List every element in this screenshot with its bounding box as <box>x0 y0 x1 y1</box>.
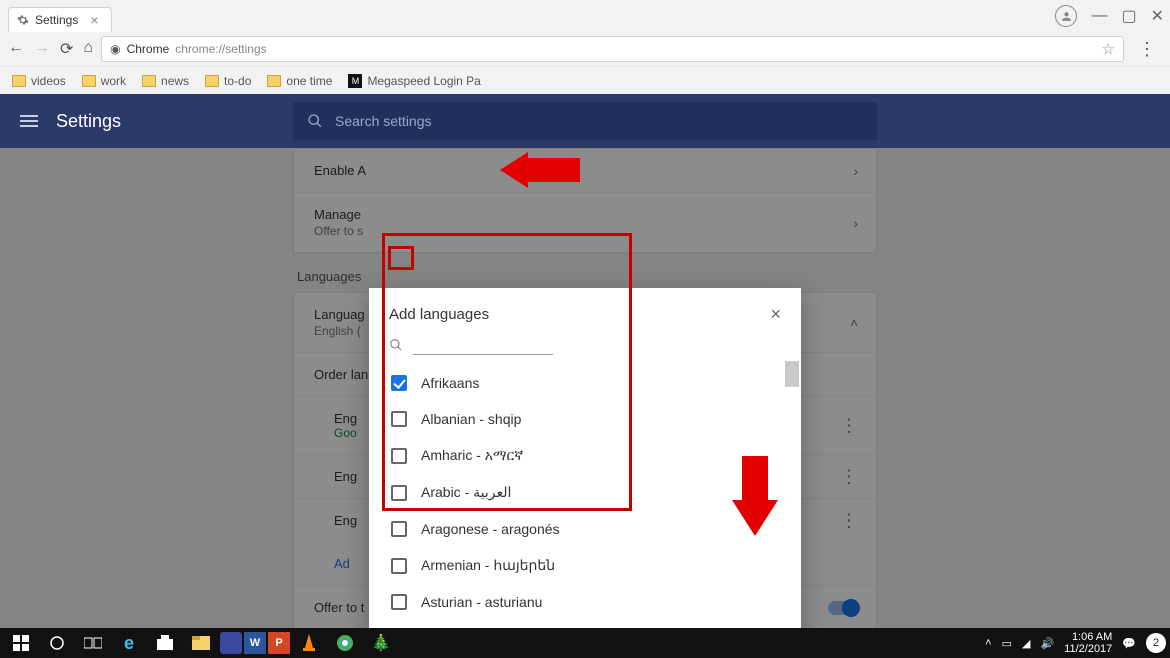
home-icon[interactable]: ⌂ <box>83 39 93 59</box>
language-search-input[interactable] <box>413 335 553 355</box>
search-icon <box>389 338 403 352</box>
language-label: Amharic - አማርኛ <box>421 447 523 464</box>
action-center-icon[interactable]: 💬 <box>1122 637 1136 650</box>
start-button[interactable] <box>4 628 38 658</box>
folder-icon <box>205 75 219 87</box>
app-icon[interactable] <box>220 632 242 654</box>
folder-icon <box>82 75 96 87</box>
profile-icon[interactable] <box>1055 5 1077 27</box>
bookmark-todo[interactable]: to-do <box>205 74 251 88</box>
language-item[interactable]: Asturian - asturianu <box>369 584 801 620</box>
store-icon[interactable] <box>148 628 182 658</box>
omnibox-path: chrome://settings <box>175 42 266 56</box>
language-label: Aragonese - aragonés <box>421 521 560 537</box>
language-item[interactable]: Amharic - አማርኛ <box>369 437 801 474</box>
powerpoint-icon[interactable]: P <box>268 632 290 654</box>
checkbox[interactable] <box>391 594 407 610</box>
app-icon-2[interactable]: 🎄 <box>364 628 398 658</box>
tray-chevron-icon[interactable]: ˄ <box>985 637 991 649</box>
page-title: Settings <box>56 111 121 132</box>
taskbar: e W P 🎄 ˄ ▭ ◢ 🔊 1:06 AM 11/2/2017 💬 2 <box>0 628 1170 658</box>
vlc-icon[interactable] <box>292 628 326 658</box>
clock[interactable]: 1:06 AM 11/2/2017 <box>1064 631 1112 655</box>
notification-badge[interactable]: 2 <box>1146 633 1166 653</box>
scrollbar-thumb[interactable] <box>785 361 799 387</box>
bookmark-news[interactable]: news <box>142 74 189 88</box>
chrome-icon[interactable] <box>328 628 362 658</box>
window-close-icon[interactable]: ✕ <box>1151 6 1164 26</box>
language-label: Albanian - shqip <box>421 411 521 427</box>
cortana-icon[interactable] <box>40 628 74 658</box>
folder-icon <box>267 75 281 87</box>
back-icon[interactable]: ← <box>8 39 24 59</box>
browser-toolbar: ← → ⟳ ⌂ ◉ Chrome chrome://settings ☆ ⋮ <box>0 32 1170 66</box>
settings-page: Settings Search settings Enable A › Mana… <box>0 94 1170 628</box>
settings-body: Enable A › Manage Offer to s › Languages… <box>0 148 1170 628</box>
search-placeholder: Search settings <box>335 113 432 129</box>
bookmarks-bar: videos work news to-do one time MMegaspe… <box>0 66 1170 94</box>
folder-icon <box>12 75 26 87</box>
language-item[interactable]: Aragonese - aragonés <box>369 511 801 547</box>
omnibox[interactable]: ◉ Chrome chrome://settings ☆ <box>101 36 1124 62</box>
checkbox[interactable] <box>391 375 407 391</box>
security-icon: ◉ <box>110 42 120 56</box>
reload-icon[interactable]: ⟳ <box>60 39 73 59</box>
explorer-icon[interactable] <box>184 628 218 658</box>
checkbox[interactable] <box>391 558 407 574</box>
forward-icon: → <box>34 39 50 59</box>
tab-strip: Settings × — ▢ ✕ <box>0 0 1170 32</box>
checkbox[interactable] <box>391 411 407 427</box>
folder-icon <box>142 75 156 87</box>
bookmark-megaspeed[interactable]: MMegaspeed Login Pa <box>348 74 480 88</box>
window-controls: — ▢ ✕ <box>1055 0 1164 32</box>
tab-title: Settings <box>35 13 78 27</box>
chrome-menu-icon[interactable]: ⋮ <box>1132 39 1162 60</box>
search-icon <box>307 113 323 129</box>
bookmark-star-icon[interactable]: ☆ <box>1102 40 1115 58</box>
language-label: Arabic - العربية <box>421 484 511 501</box>
language-item[interactable]: Afrikaans <box>369 365 801 401</box>
language-item[interactable]: Albanian - shqip <box>369 401 801 437</box>
settings-header: Settings Search settings <box>0 94 1170 148</box>
browser-tab[interactable]: Settings × <box>8 7 112 32</box>
battery-icon[interactable]: ▭ <box>1002 637 1012 650</box>
language-label: Asturian - asturianu <box>421 594 542 610</box>
wifi-icon[interactable]: ◢ <box>1022 637 1030 650</box>
language-label: Armenian - հայերեն <box>421 557 555 574</box>
bookmark-onetime[interactable]: one time <box>267 74 332 88</box>
close-icon[interactable]: × <box>90 12 98 28</box>
close-icon[interactable]: × <box>770 304 781 325</box>
minimize-icon[interactable]: — <box>1091 7 1107 25</box>
browser-chrome: Settings × — ▢ ✕ ← → ⟳ ⌂ ◉ Chrome chrome… <box>0 0 1170 95</box>
language-list[interactable]: Afrikaans Albanian - shqip Amharic - አማርኛ A… <box>369 361 801 628</box>
search-settings[interactable]: Search settings <box>293 102 877 140</box>
maximize-icon[interactable]: ▢ <box>1121 6 1136 26</box>
menu-icon[interactable] <box>20 115 38 127</box>
dialog-title: Add languages <box>389 306 489 323</box>
language-item[interactable]: Armenian - հայերեն <box>369 547 801 584</box>
dialog-search <box>369 335 801 361</box>
edge-icon[interactable]: e <box>112 628 146 658</box>
bookmark-work[interactable]: work <box>82 74 126 88</box>
language-label: Afrikaans <box>421 375 479 391</box>
dialog-scrollbar[interactable]: ▾ <box>785 361 799 628</box>
volume-icon[interactable]: 🔊 <box>1040 637 1054 650</box>
taskview-icon[interactable] <box>76 628 110 658</box>
checkbox[interactable] <box>391 485 407 501</box>
add-languages-dialog: Add languages × Afrikaans Albanian - shqi… <box>369 288 801 628</box>
language-item[interactable]: Arabic - العربية <box>369 474 801 511</box>
checkbox[interactable] <box>391 521 407 537</box>
site-icon: M <box>348 74 362 88</box>
gear-icon <box>17 14 29 26</box>
nav-icons: ← → ⟳ ⌂ <box>8 39 93 59</box>
omnibox-host: Chrome <box>127 42 170 56</box>
word-icon[interactable]: W <box>244 632 266 654</box>
checkbox[interactable] <box>391 448 407 464</box>
bookmark-videos[interactable]: videos <box>12 74 66 88</box>
